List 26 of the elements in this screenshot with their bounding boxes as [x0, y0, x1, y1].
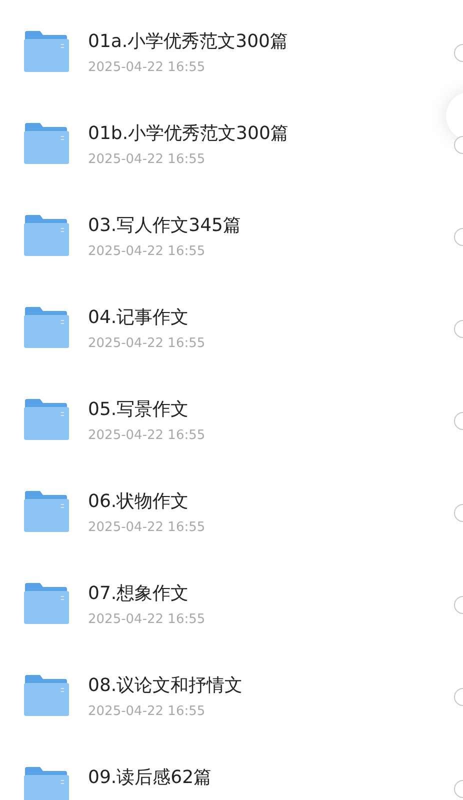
folder-icon	[23, 766, 69, 800]
folder-icon	[23, 582, 69, 624]
folder-icon	[23, 398, 69, 440]
folder-icon	[23, 490, 69, 532]
folder-name: 07.想象作文	[88, 582, 190, 606]
folder-name: 09.读后感62篇	[88, 766, 212, 790]
folder-icon	[23, 122, 69, 164]
folder-name: 08.议论文和抒情文	[88, 674, 243, 698]
folder-icon	[23, 214, 69, 256]
modified-date: 2025-04-22 16:55	[88, 243, 206, 261]
modified-date: 2025-04-22 16:55	[88, 151, 206, 169]
modified-date: 2025-04-22 16:55	[88, 335, 206, 353]
folder-icon	[23, 30, 69, 72]
modified-date: 2025-04-22 16:55	[88, 59, 206, 77]
folder-icon	[23, 674, 69, 716]
folder-name: 03.写人作文345篇	[88, 214, 241, 238]
modified-date: 2025-04-22 16:55	[88, 519, 206, 537]
folder-name: 01a.小学优秀范文300篇	[88, 30, 288, 54]
folder-name: 01b.小学优秀范文300篇	[88, 122, 288, 146]
modified-date: 2025-04-22 16:55	[88, 703, 206, 721]
folder-icon	[23, 306, 69, 348]
folder-name: 05.写景作文	[88, 398, 190, 422]
folder-name: 06.状物作文	[88, 490, 190, 514]
folder-name: 04.记事作文	[88, 306, 190, 330]
modified-date: 2025-04-22 16:55	[88, 611, 206, 629]
modified-date: 2025-04-22 16:55	[88, 427, 206, 445]
